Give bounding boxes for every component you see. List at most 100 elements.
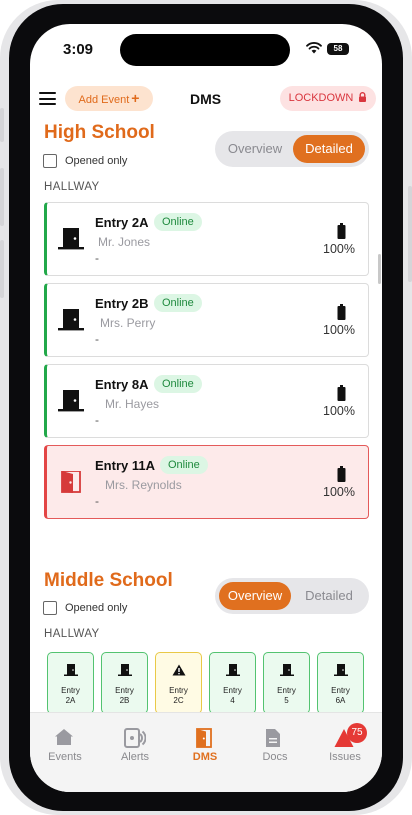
lockdown-button[interactable]: LOCKDOWN bbox=[280, 86, 376, 111]
battery-icon bbox=[337, 385, 346, 401]
entry-card-open[interactable]: Entry 11A Online Mrs. Reynolds - 100% bbox=[44, 445, 369, 519]
tab-issues[interactable]: 75 Issues bbox=[310, 713, 380, 773]
action-button bbox=[0, 108, 4, 142]
door-closed-icon bbox=[280, 664, 294, 676]
online-status-badge: Online bbox=[154, 213, 202, 231]
hamburger-menu-icon[interactable] bbox=[39, 92, 56, 105]
entry-tile[interactable]: Entry 2B bbox=[101, 652, 148, 714]
door-closed-icon bbox=[58, 309, 84, 331]
opened-only-label: Opened only bbox=[65, 155, 128, 167]
issues-count-badge: 75 bbox=[347, 723, 367, 743]
home-icon bbox=[55, 729, 73, 745]
top-bar: Add Event + DMS LOCKDOWN bbox=[30, 84, 382, 114]
door-closed-icon bbox=[226, 664, 240, 676]
detailed-tab[interactable]: Detailed bbox=[293, 582, 365, 610]
phone-frame: 3:09 58 Add Event + DMS LOCKDOWN High Sc… bbox=[0, 0, 412, 815]
detailed-tab[interactable]: Detailed bbox=[293, 135, 365, 163]
add-event-button[interactable]: Add Event + bbox=[65, 86, 153, 111]
battery-icon bbox=[337, 304, 346, 320]
door-open-icon bbox=[61, 471, 81, 493]
entry-tile[interactable]: Entry 4 bbox=[209, 652, 256, 714]
battery-percent: 100% bbox=[323, 404, 355, 418]
tab-alerts[interactable]: Alerts bbox=[100, 713, 170, 773]
battery-percent: 100% bbox=[323, 323, 355, 337]
tab-dms[interactable]: DMS bbox=[170, 713, 240, 773]
lock-icon bbox=[359, 92, 367, 102]
entry-card[interactable]: Entry 8A Online Mr. Hayes - 100% bbox=[44, 364, 369, 438]
door-icon bbox=[196, 728, 212, 748]
alerts-icon bbox=[124, 728, 146, 748]
lockdown-label: LOCKDOWN bbox=[288, 92, 354, 104]
entry-tile-warning[interactable]: Entry 2C bbox=[155, 652, 202, 714]
tile-label: Entry 2A bbox=[61, 686, 80, 705]
entry-card[interactable]: Entry 2B Online Mrs. Perry - 100% bbox=[44, 283, 369, 357]
status-time: 3:09 bbox=[63, 41, 94, 58]
entry-person: Mrs. Reynolds bbox=[105, 478, 182, 492]
plus-icon: + bbox=[131, 90, 140, 106]
opened-only-checkbox[interactable] bbox=[43, 601, 57, 615]
warning-icon bbox=[172, 664, 186, 676]
battery-icon bbox=[337, 223, 346, 239]
scrollbar[interactable] bbox=[378, 254, 381, 284]
entry-note: - bbox=[95, 251, 99, 265]
overview-tab[interactable]: Overview bbox=[219, 582, 291, 610]
wifi-icon bbox=[306, 42, 322, 54]
tile-label: Entry 2B bbox=[115, 686, 134, 705]
entry-person: Mr. Jones bbox=[98, 235, 151, 249]
door-closed-icon bbox=[58, 228, 84, 250]
battery-status-icon: 58 bbox=[327, 43, 349, 55]
view-toggle-high-school: Overview Detailed bbox=[215, 131, 369, 167]
tab-label: DMS bbox=[192, 751, 218, 763]
page-title: DMS bbox=[190, 91, 222, 107]
entry-note: - bbox=[95, 494, 99, 508]
tab-label: Events bbox=[48, 751, 82, 763]
entry-tile[interactable]: Entry 2A bbox=[47, 652, 94, 714]
online-status-badge: Online bbox=[154, 294, 202, 312]
screen: 3:09 58 Add Event + DMS LOCKDOWN High Sc… bbox=[30, 24, 382, 792]
opened-only-label: Opened only bbox=[65, 602, 128, 614]
tile-label: Entry 4 bbox=[223, 686, 242, 705]
school-title-middle-school: Middle School bbox=[44, 570, 173, 591]
entry-note: - bbox=[95, 332, 99, 346]
view-toggle-middle-school: Overview Detailed bbox=[215, 578, 369, 614]
entry-name: Entry 11A bbox=[95, 458, 155, 473]
entry-person: Mrs. Perry bbox=[100, 316, 156, 330]
entry-name: Entry 8A bbox=[95, 377, 149, 392]
door-closed-icon bbox=[118, 664, 132, 676]
tab-label: Docs bbox=[262, 751, 288, 763]
entry-name: Entry 2A bbox=[95, 215, 149, 230]
tab-label: Issues bbox=[329, 751, 361, 763]
status-bar: 3:09 58 bbox=[30, 24, 382, 76]
section-label-hallway: HALLWAY bbox=[44, 628, 100, 640]
door-closed-icon bbox=[334, 664, 348, 676]
tile-label: Entry 5 bbox=[277, 686, 296, 705]
online-status-badge: Online bbox=[154, 375, 202, 393]
entry-note: - bbox=[95, 413, 99, 427]
opened-only-filter: Opened only bbox=[43, 154, 127, 168]
opened-only-checkbox[interactable] bbox=[43, 154, 57, 168]
battery-percent: 100% bbox=[323, 242, 355, 256]
opened-only-filter: Opened only bbox=[43, 601, 127, 615]
tab-label: Alerts bbox=[120, 751, 150, 763]
entry-tile[interactable]: Entry 5 bbox=[263, 652, 310, 714]
tab-bar: Events Alerts DMS Docs 75 Issues bbox=[30, 712, 382, 792]
entry-card[interactable]: Entry 2A Online Mr. Jones - 100% bbox=[44, 202, 369, 276]
entry-person: Mr. Hayes bbox=[105, 397, 160, 411]
battery-percent: 100% bbox=[323, 485, 355, 499]
volume-down-button bbox=[0, 240, 4, 298]
power-button bbox=[408, 186, 412, 282]
add-event-label: Add Event bbox=[78, 94, 130, 106]
entry-tile[interactable]: Entry 6A bbox=[317, 652, 364, 714]
tile-label: Entry 6A bbox=[331, 686, 350, 705]
section-label-hallway: HALLWAY bbox=[44, 181, 100, 193]
door-closed-icon bbox=[58, 390, 84, 412]
overview-tab[interactable]: Overview bbox=[219, 135, 291, 163]
tile-label: Entry 2C bbox=[169, 686, 188, 705]
dynamic-island bbox=[120, 34, 290, 66]
entry-name: Entry 2B bbox=[95, 296, 149, 311]
tab-events[interactable]: Events bbox=[30, 713, 100, 773]
tab-docs[interactable]: Docs bbox=[240, 713, 310, 773]
volume-up-button bbox=[0, 168, 4, 226]
battery-icon bbox=[337, 466, 346, 482]
document-icon bbox=[266, 729, 280, 747]
